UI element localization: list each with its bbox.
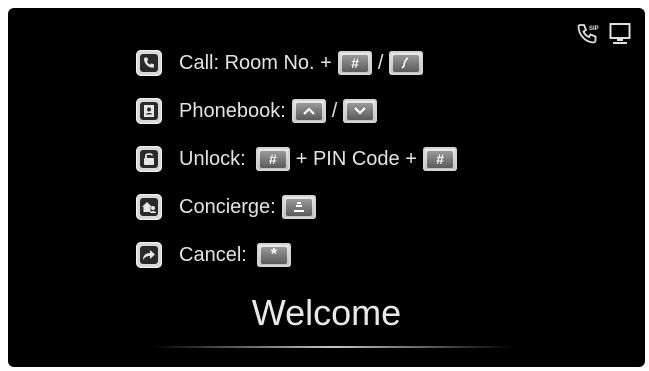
call-label: Call: Room No. +	[179, 51, 332, 74]
unlock-pin-text: + PIN Code +	[295, 147, 417, 170]
call-key	[389, 51, 424, 75]
sip-phone-icon: SIP	[575, 22, 599, 46]
phonebook-separator: /	[331, 99, 338, 122]
star-symbol: *	[260, 246, 287, 264]
concierge-label: Concierge:	[179, 195, 276, 218]
unlock-label: Unlock:	[179, 147, 246, 170]
contact-book-icon	[136, 98, 162, 124]
cancel-instruction-row: Cancel: *	[136, 240, 297, 270]
call-instruction-row: Call: Room No. + # /	[136, 48, 429, 78]
sip-label: SIP	[589, 26, 599, 32]
padlock-icon	[136, 146, 162, 172]
cancel-arrow-icon	[136, 242, 162, 268]
hash-key: #	[422, 147, 457, 171]
welcome-underline-glow	[153, 346, 513, 348]
arrow-up-key	[291, 99, 326, 123]
concierge-instruction-row: Concierge:	[136, 192, 322, 222]
phonebook-instruction-row: Phonebook: /	[136, 96, 383, 126]
unlock-instruction-row: Unlock: # + PIN Code + #	[136, 144, 463, 174]
hash-symbol: #	[426, 150, 453, 168]
monitor-icon	[609, 22, 631, 46]
phonebook-label: Phonebook:	[179, 99, 286, 122]
status-bar: SIP	[575, 22, 631, 46]
call-separator: /	[377, 51, 384, 74]
hash-symbol: #	[341, 54, 368, 72]
concierge-icon	[136, 194, 162, 220]
cancel-label: Cancel:	[179, 243, 247, 266]
intercom-screen: SIP Call: Room No. + # / Phonebook: / Un…	[8, 8, 645, 367]
hash-key: #	[337, 51, 372, 75]
handset-icon	[393, 54, 420, 72]
hash-symbol: #	[259, 150, 286, 168]
welcome-text: Welcome	[251, 292, 402, 333]
phone-icon	[136, 50, 162, 76]
star-key: *	[256, 243, 291, 267]
concierge-key	[281, 195, 316, 219]
hash-key: #	[255, 147, 290, 171]
arrow-down-key	[343, 99, 378, 123]
